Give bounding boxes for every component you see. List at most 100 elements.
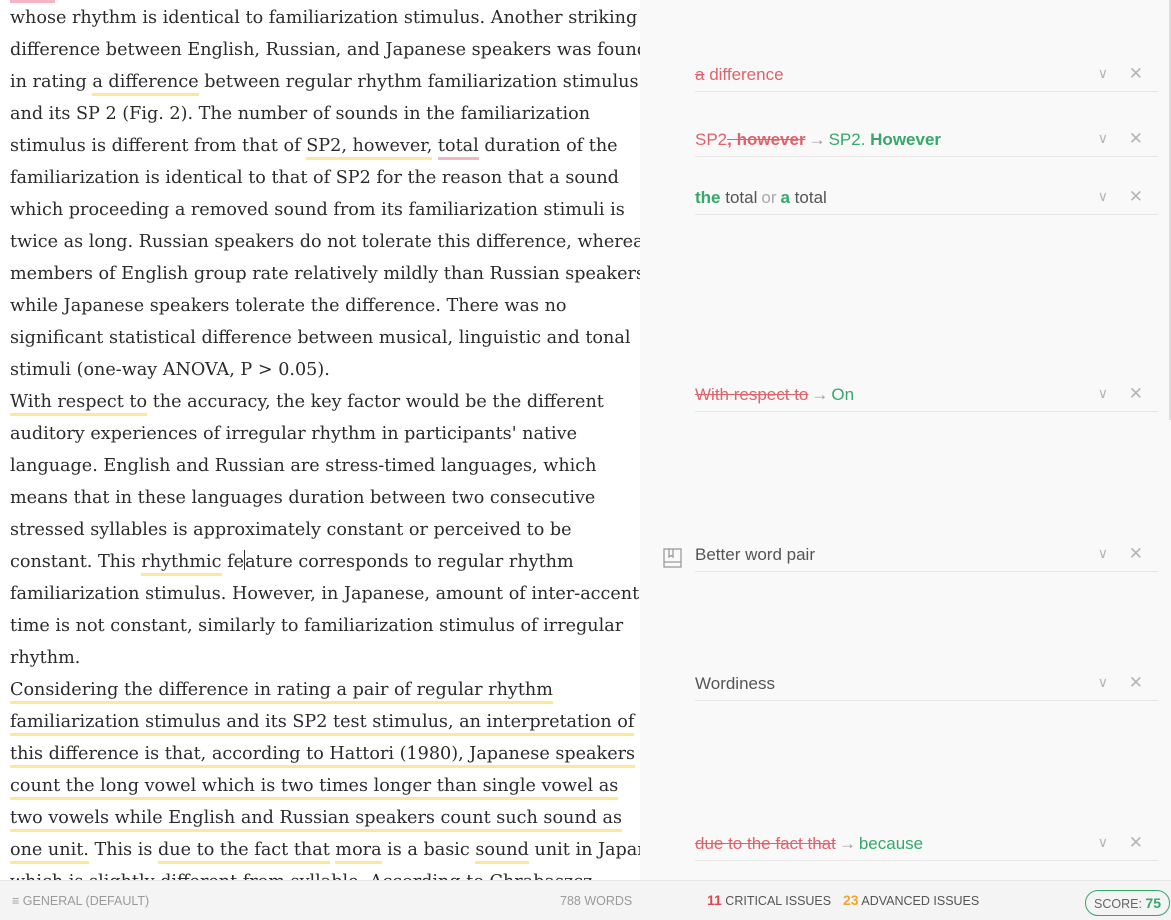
document-line[interactable]: one unit. This is due to the fact that m… [10,834,640,866]
suggestion-segment: the [695,188,721,207]
suggestion-card[interactable]: SP2, however → SP2. However ∨ ✕ [695,129,1158,157]
document-line[interactable]: means that in these languages duration b… [10,482,635,514]
text-run: and its SP 2 (Fig. 2). The number of sou… [10,104,591,124]
text-run: which is slightly different from syllabl… [10,872,592,880]
close-icon[interactable]: ✕ [1129,833,1143,853]
suggestion-card[interactable]: a difference ∨ ✕ [695,64,1158,92]
document-line[interactable]: while Japanese speakers tolerate the dif… [10,290,635,322]
text-run: while Japanese speakers tolerate the dif… [10,296,567,316]
close-icon[interactable]: ✕ [1129,544,1143,564]
genre-selector[interactable]: ≡ GENERAL (DEFAULT) [12,894,149,908]
document-line[interactable]: significant statistical difference betwe… [10,322,635,354]
chevron-down-icon[interactable]: ∨ [1098,130,1108,147]
document-editor[interactable]: whose rhythm is identical to familiariza… [0,0,640,880]
close-icon[interactable]: ✕ [1129,129,1143,149]
text-run: rhythm. [10,648,81,668]
document-line[interactable]: time is not constant, similarly to famil… [10,610,635,642]
document-line[interactable]: which proceeding a removed sound from it… [10,194,635,226]
critical-count: 11 [707,892,722,908]
document-text[interactable]: whose rhythm is identical to familiariza… [10,2,640,880]
document-line[interactable]: language. English and Russian are stress… [10,450,635,482]
critical-issues-button[interactable]: 11 CRITICAL ISSUES [707,892,831,908]
close-icon[interactable]: ✕ [1129,187,1143,207]
suggestion-card[interactable]: With respect to → On ∨ ✕ [695,384,1158,412]
close-icon[interactable]: ✕ [1129,64,1143,84]
document-line[interactable]: familiarization is identical to that of … [10,162,635,194]
text-run: auditory experiences of irregular rhythm… [10,424,577,444]
flagged-phrase[interactable]: a difference [92,72,199,96]
document-line[interactable]: familiarization stimulus and its SP2 tes… [10,706,635,738]
flagged-phrase[interactable]: count the long vowel which is two times … [10,776,619,800]
flagged-phrase[interactable]: familiarization stimulus and its SP2 tes… [10,712,635,736]
flagged-phrase[interactable]: this difference is that, according to Ha… [10,744,636,768]
document-line[interactable]: stressed syllables is approximately cons… [10,514,635,546]
advanced-label: ADVANCED ISSUES [861,894,980,908]
suggestion-segment: → [811,385,829,404]
flagged-phrase[interactable]: With respect to [10,392,148,416]
document-line[interactable]: With respect to the accuracy, the key fa… [10,386,635,418]
flagged-phrase[interactable]: SP2, however, [306,136,433,160]
suggestion-card[interactable]: due to the fact that → because ∨ ✕ [695,833,1158,861]
document-line[interactable]: rhythm. [10,642,635,674]
advanced-issues-button[interactable]: 23 ADVANCED ISSUES [843,892,979,908]
flagged-phrase[interactable]: mora [335,840,382,864]
suggestion-card[interactable]: Better word pair ∨ ✕ [695,544,1158,572]
document-line[interactable]: difference between English, Russian, and… [10,34,640,66]
flagged-phrase[interactable]: due to the fact that [158,840,330,864]
text-run: familiarization is identical to that of … [10,168,619,188]
text-run: fe [221,552,245,572]
document-line[interactable]: and its SP 2 (Fig. 2). The number of sou… [10,98,635,130]
document-line[interactable]: count the long vowel which is two times … [10,770,635,802]
close-icon[interactable]: ✕ [1129,384,1143,404]
text-run: between regular rhythm familiarization s… [198,72,639,92]
document-line[interactable]: auditory experiences of irregular rhythm… [10,418,635,450]
suggestion-text: the total or a total [695,188,827,208]
suggestion-segment: total [720,188,758,207]
suggestion-segment: SP2. [828,130,871,149]
document-line[interactable]: Considering the difference in rating a p… [10,674,635,706]
chevron-down-icon[interactable]: ∨ [1098,545,1108,562]
document-line[interactable]: stimulus is different from that of SP2, … [10,130,635,162]
close-icon[interactable]: ✕ [1129,673,1143,693]
suggestion-segment: difference [704,65,784,84]
flagged-phrase[interactable]: one unit. [10,840,89,864]
text-run: time is not constant, similarly to famil… [10,616,624,636]
flagged-phrase[interactable]: two vowels while English and Russian spe… [10,808,623,832]
hamburger-icon: ≡ [12,894,20,908]
text-run: which proceeding a removed sound from it… [10,200,625,220]
text-run: stimuli (one-way ANOVA, P > 0.05). [10,360,330,380]
flagged-phrase[interactable]: sound [475,840,529,864]
flagged-phrase[interactable]: rhythmic [141,552,222,576]
suggestion-segment: total [789,188,827,207]
text-run: ature corresponds to regular rhythm [245,552,574,572]
chevron-down-icon[interactable]: ∨ [1098,674,1108,691]
suggestion-segment: On [831,385,855,404]
score-badge[interactable]: SCORE: 75 [1085,890,1170,916]
document-line[interactable]: this difference is that, according to Ha… [10,738,636,770]
chevron-down-icon[interactable]: ∨ [1098,188,1108,205]
document-line[interactable]: constant. This rhythmic feature correspo… [10,546,635,578]
chevron-down-icon[interactable]: ∨ [1098,385,1108,402]
document-line[interactable]: whose rhythm is identical to familiariza… [10,2,638,34]
chevron-down-icon[interactable]: ∨ [1098,834,1108,851]
flagged-error[interactable]: total [437,136,479,160]
chevron-down-icon[interactable]: ∨ [1098,65,1108,82]
suggestion-card[interactable]: Wordiness ∨ ✕ [695,673,1158,701]
text-run: is a basic [381,840,476,860]
document-line[interactable]: which is slightly different from syllabl… [10,866,635,880]
text-run: familiarization stimulus. However, in Ja… [10,584,640,604]
book-icon [663,548,682,568]
suggestion-card[interactable]: the total or a total ∨ ✕ [695,187,1158,215]
suggestion-text: a difference [695,65,784,85]
document-line[interactable]: familiarization stimulus. However, in Ja… [10,578,639,610]
document-line[interactable]: stimuli (one-way ANOVA, P > 0.05). [10,354,635,386]
text-run: whose rhythm is identical to familiariza… [10,8,638,28]
document-line[interactable]: two vowels while English and Russian spe… [10,802,635,834]
text-run: duration of the [478,136,618,156]
document-line[interactable]: twice as long. Russian speakers do not t… [10,226,640,258]
document-line[interactable]: members of English group rate relatively… [10,258,640,290]
flagged-phrase[interactable]: Considering the difference in rating a p… [10,680,553,704]
document-line[interactable]: in rating a difference between regular r… [10,66,638,98]
suggestion-segment: However [870,130,942,149]
suggestion-segment: a [780,188,790,207]
